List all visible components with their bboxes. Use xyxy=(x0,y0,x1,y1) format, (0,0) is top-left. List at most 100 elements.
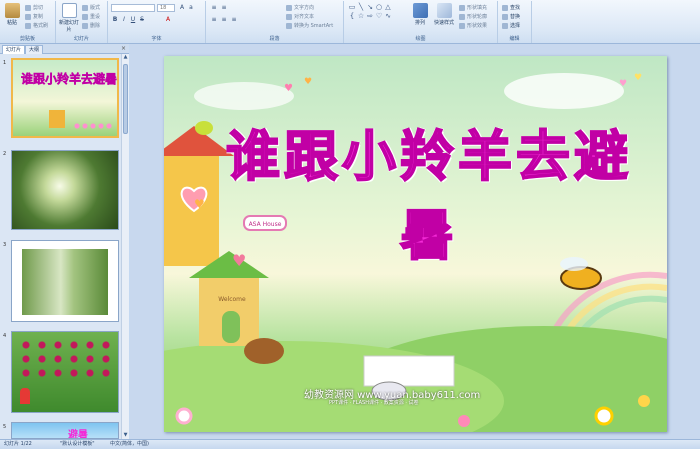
tower-wall xyxy=(164,156,219,266)
slide-thumbnail-3[interactable] xyxy=(11,240,119,322)
reset-button[interactable]: 重设 xyxy=(82,13,100,20)
paragraph-group-label: 段落 xyxy=(269,36,280,42)
star-shape-icon[interactable]: ☆ xyxy=(357,13,365,20)
fill-icon xyxy=(459,4,465,11)
layout-button[interactable]: 版式 xyxy=(82,4,100,11)
thumbnail-flowers xyxy=(73,122,113,130)
tab-slides[interactable]: 幻灯片 xyxy=(2,45,26,54)
scroll-up-icon[interactable]: ▲ xyxy=(122,54,129,61)
thumbnail-fruits xyxy=(18,338,114,378)
slide-number: 3 xyxy=(3,242,7,248)
bullets-button[interactable]: ≡ xyxy=(210,4,218,11)
find-button[interactable]: 查找 xyxy=(502,4,520,11)
heart-icon: ♥ xyxy=(304,77,312,87)
arrange-button[interactable]: 排列 xyxy=(410,3,430,26)
smartart-icon xyxy=(286,22,292,29)
small-house-door xyxy=(222,311,240,343)
cloud xyxy=(504,73,624,109)
paste-button[interactable]: 粘贴 xyxy=(2,3,22,26)
grow-font-button[interactable]: A xyxy=(178,4,186,11)
new-slide-icon xyxy=(61,3,77,18)
slide-title[interactable]: 谁跟小羚羊去避暑 xyxy=(219,112,639,270)
bold-button[interactable]: B xyxy=(111,16,119,23)
drawing-group-label: 绘图 xyxy=(415,36,426,42)
font-group-label: 字体 xyxy=(151,36,162,42)
align-text-button[interactable]: 对齐文本 xyxy=(286,13,314,20)
clipboard-group: 粘贴 剪切 复制 格式刷 剪贴板 xyxy=(0,1,56,43)
bird xyxy=(195,121,213,135)
rectangle-shape-icon[interactable]: ▭ xyxy=(348,4,356,11)
panel-tabs: 幻灯片 大纲 × xyxy=(0,44,129,54)
font-size-dropdown[interactable]: 18 xyxy=(157,4,175,12)
font-color-button[interactable]: A xyxy=(164,16,172,23)
heart-icon: ♥ xyxy=(194,197,205,211)
smartart-button[interactable]: 转换为 SmartArt xyxy=(286,22,333,29)
arrange-icon xyxy=(412,3,428,18)
thumbnail-character xyxy=(20,388,30,404)
font-name-dropdown[interactable] xyxy=(111,4,155,12)
new-slide-button[interactable]: 新建幻灯片 xyxy=(58,3,80,33)
theme-name: "默认设计模板" xyxy=(60,441,95,447)
slides-group-label: 幻灯片 xyxy=(73,36,89,42)
scissors-icon xyxy=(25,4,31,11)
select-button[interactable]: 选择 xyxy=(502,22,520,29)
slide-thumbnail-2[interactable] xyxy=(11,150,119,230)
shape-fill-button[interactable]: 形状填充 xyxy=(459,4,487,11)
heart-icon: ♥ xyxy=(619,79,627,89)
copy-button[interactable]: 复制 xyxy=(25,13,43,20)
slide-thumbnail-4[interactable] xyxy=(11,331,119,413)
align-left-button[interactable]: ≡ xyxy=(210,16,218,23)
shrink-font-button[interactable]: a xyxy=(187,4,195,11)
thumbnail-title: 谁跟小羚羊去避暑 xyxy=(21,72,118,87)
heart-shape-icon[interactable]: ♡ xyxy=(375,13,383,20)
copy-icon xyxy=(25,13,31,20)
tab-outline[interactable]: 大纲 xyxy=(25,45,44,54)
scroll-down-icon[interactable]: ▼ xyxy=(122,432,129,439)
italic-button[interactable]: I xyxy=(120,16,128,23)
slide-number: 2 xyxy=(3,151,7,157)
format-painter-button[interactable]: 格式刷 xyxy=(25,22,48,29)
slide-thumbnail-5[interactable]: 避暑 xyxy=(11,422,119,439)
line-shape-icon[interactable]: ╲ xyxy=(357,4,365,11)
bracket-shape-icon[interactable]: { xyxy=(348,13,356,20)
align-right-button[interactable]: ≡ xyxy=(230,16,238,23)
bee xyxy=(560,266,602,290)
current-slide[interactable]: ASA House Welcome ♥ ♥ ♥ ♥ ♥ ♥ 谁跟小羚羊去避暑 幼… xyxy=(164,56,667,432)
ribbon: 粘贴 剪切 复制 格式刷 剪贴板 新建幻灯片 版式 重设 删除 幻灯片 18 A… xyxy=(0,0,700,44)
shape-effects-button[interactable]: 形状效果 xyxy=(459,22,487,29)
arrow-shape-icon[interactable]: ↘ xyxy=(366,4,374,11)
underline-button[interactable]: U xyxy=(129,16,137,23)
effects-icon xyxy=(459,22,465,29)
align-text-icon xyxy=(286,13,292,20)
binoculars-icon xyxy=(502,4,508,11)
slide-number: 1 xyxy=(3,60,7,66)
replace-icon xyxy=(502,13,508,20)
slide-thumbnail-1[interactable]: 谁跟小羚羊去避暑 xyxy=(11,58,119,138)
font-group: 18 A a B I U S A 字体 xyxy=(108,1,206,43)
reset-icon xyxy=(82,13,88,20)
delete-button[interactable]: 删除 xyxy=(82,22,100,29)
oval-shape-icon[interactable]: ○ xyxy=(375,4,383,11)
triangle-shape-icon[interactable]: △ xyxy=(384,4,392,11)
numbering-button[interactable]: ≡ xyxy=(220,4,228,11)
clipboard-group-label: 剪贴板 xyxy=(19,36,35,42)
arrow-right-shape-icon[interactable]: ⇨ xyxy=(366,13,374,20)
panel-scrollbar[interactable]: ▲ ▼ xyxy=(121,54,129,439)
text-direction-button[interactable]: 文字方向 xyxy=(286,4,314,11)
quick-styles-button[interactable]: 快速样式 xyxy=(432,3,456,26)
shape-outline-button[interactable]: 形状轮廓 xyxy=(459,13,487,20)
replace-button[interactable]: 替换 xyxy=(502,13,520,20)
slide-thumbnail-panel: 幻灯片 大纲 × 1 谁跟小羚羊去避暑 2 3 4 5 避暑 ▲ ▼ xyxy=(0,44,129,439)
cut-button[interactable]: 剪切 xyxy=(25,4,43,11)
scroll-thumb[interactable] xyxy=(123,64,128,134)
strikethrough-button[interactable]: S xyxy=(138,16,146,23)
language-indicator[interactable]: 中文(简体，中国) xyxy=(110,440,149,449)
curve-shape-icon[interactable]: ∿ xyxy=(384,13,392,20)
text-direction-icon xyxy=(286,4,292,11)
slide-number: 4 xyxy=(3,333,7,339)
drawing-group: ▭ ╲ ↘ ○ △ { ☆ ⇨ ♡ ∿ 排列 快速样式 形状填充 形状轮廓 形状… xyxy=(344,1,498,43)
close-icon[interactable]: × xyxy=(121,45,126,52)
fence xyxy=(363,355,455,387)
align-center-button[interactable]: ≡ xyxy=(220,16,228,23)
flower xyxy=(458,415,470,427)
